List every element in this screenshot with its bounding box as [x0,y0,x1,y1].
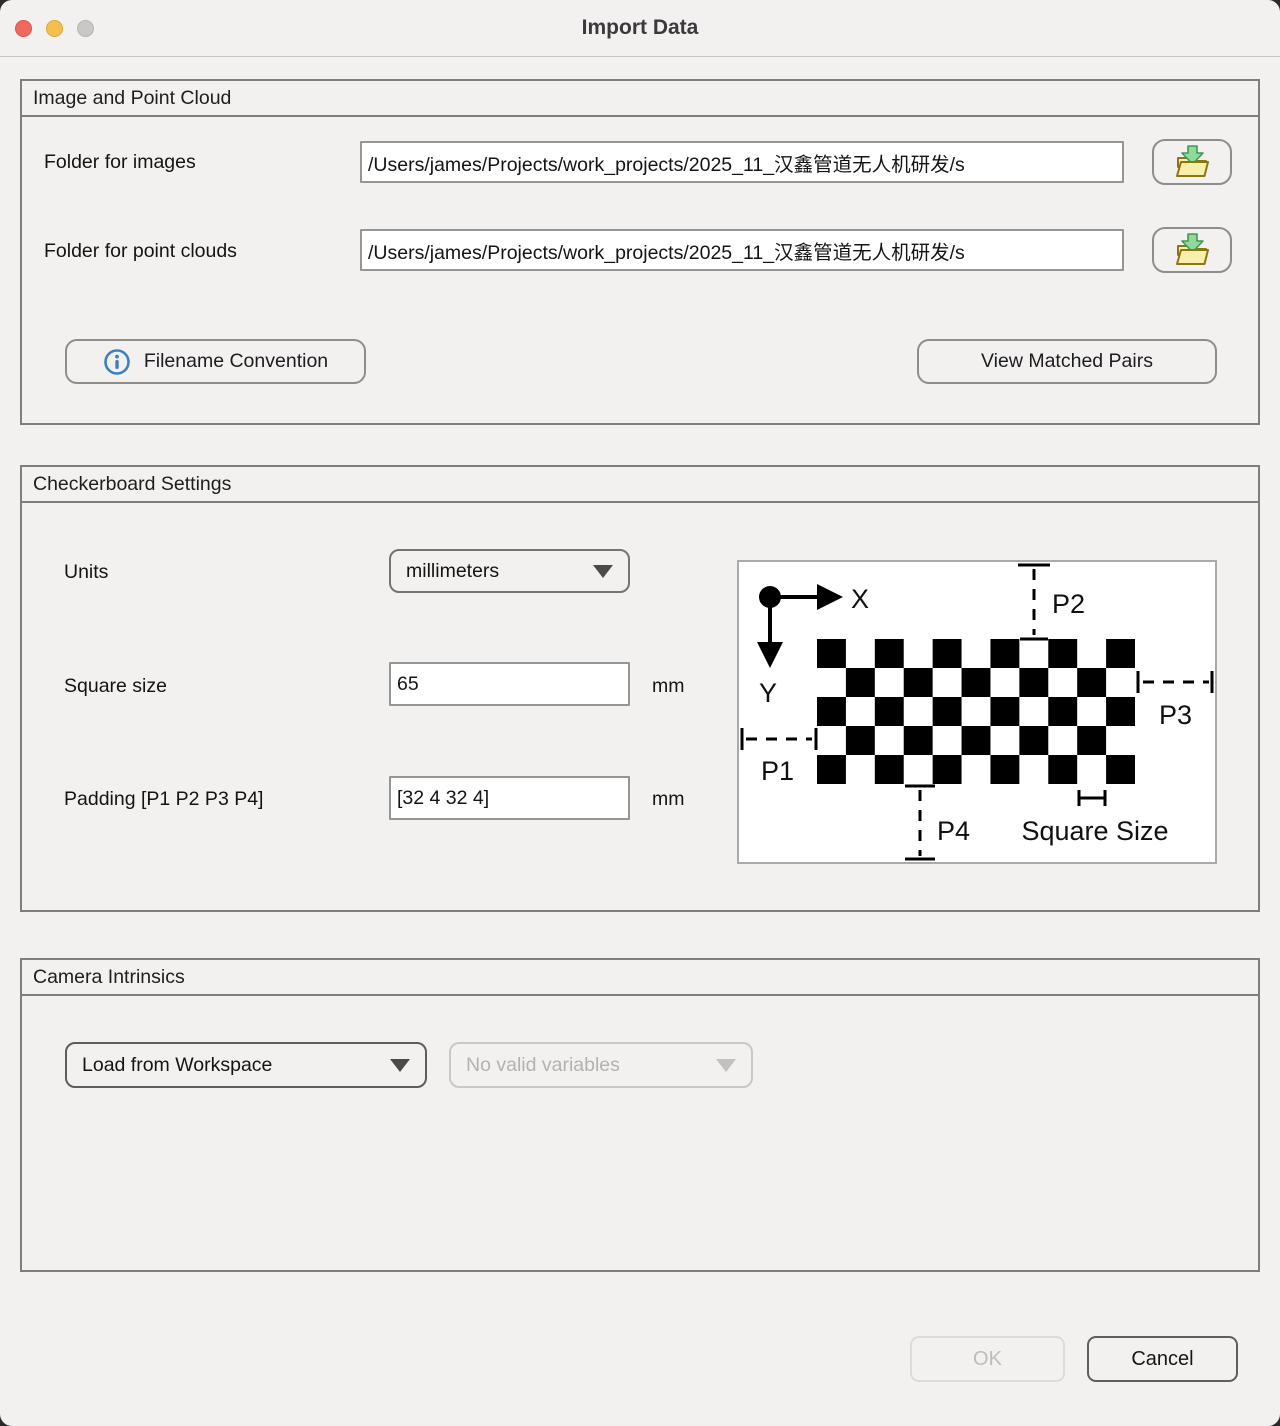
view-matched-pairs-label: View Matched Pairs [981,350,1153,373]
minimize-icon[interactable] [46,20,63,37]
filename-convention-button[interactable]: Filename Convention [65,339,366,384]
y-axis-arrow-icon [757,642,783,668]
intrinsics-variables-dropdown[interactable]: No valid variables [449,1042,753,1088]
cancel-button[interactable]: Cancel [1087,1336,1238,1382]
info-icon [103,348,131,376]
section-title-image-point-cloud: Image and Point Cloud [22,81,1258,117]
open-folder-icon [1171,232,1213,268]
p3-label: P3 [1159,700,1192,730]
chevron-down-icon [593,565,613,578]
square-size-unit: mm [652,673,685,699]
units-dropdown[interactable]: millimeters [389,549,630,593]
chevron-down-icon [716,1059,736,1072]
filename-convention-label: Filename Convention [144,350,328,373]
padding-unit: mm [652,786,685,812]
folder-for-images-label: Folder for images [44,149,196,175]
x-axis-label: X [851,584,869,614]
checkerboard-pattern [817,639,1135,784]
chevron-down-icon [390,1059,410,1072]
cancel-label: Cancel [1131,1348,1193,1371]
window-controls [15,0,94,57]
folder-for-point-clouds-input[interactable] [360,229,1124,271]
import-data-dialog: Import Data Image and Point Cloud Folder… [0,0,1280,1426]
section-image-and-point-cloud: Image and Point Cloud Folder for images … [20,79,1260,425]
zoom-window-icon [77,20,94,37]
square-size-marker-label: Square Size [1021,816,1168,846]
intrinsics-variables-value: No valid variables [466,1054,620,1077]
browse-images-folder-button[interactable] [1152,139,1232,185]
x-axis-arrow-icon [817,584,843,610]
square-size-label: Square size [64,673,167,699]
title-bar: Import Data [0,0,1280,57]
units-label: Units [64,559,108,585]
section-title-camera-intrinsics: Camera Intrinsics [22,960,1258,996]
p1-label: P1 [761,756,794,786]
p4-label: P4 [937,816,970,846]
p2-label: P2 [1052,589,1085,619]
folder-for-images-input[interactable] [360,141,1124,183]
units-value: millimeters [406,560,499,583]
section-camera-intrinsics: Camera Intrinsics Load from Workspace No… [20,958,1260,1272]
y-axis-label: Y [759,678,777,708]
section-checkerboard-settings: Checkerboard Settings Units millimeters … [20,465,1260,912]
intrinsics-source-value: Load from Workspace [82,1054,272,1077]
section-title-checkerboard: Checkerboard Settings [22,467,1258,503]
folder-for-point-clouds-label: Folder for point clouds [44,238,237,264]
padding-input[interactable] [389,776,630,820]
ok-label: OK [973,1348,1002,1371]
square-size-input[interactable] [389,662,630,706]
open-folder-icon [1171,144,1213,180]
checkerboard-diagram: X Y P2 P3 P1 [737,560,1217,864]
intrinsics-source-dropdown[interactable]: Load from Workspace [65,1042,427,1088]
window-title: Import Data [582,16,699,40]
view-matched-pairs-button[interactable]: View Matched Pairs [917,339,1217,384]
browse-point-clouds-folder-button[interactable] [1152,227,1232,273]
ok-button[interactable]: OK [910,1336,1065,1382]
close-icon[interactable] [15,20,32,37]
padding-label: Padding [P1 P2 P3 P4] [64,786,263,812]
